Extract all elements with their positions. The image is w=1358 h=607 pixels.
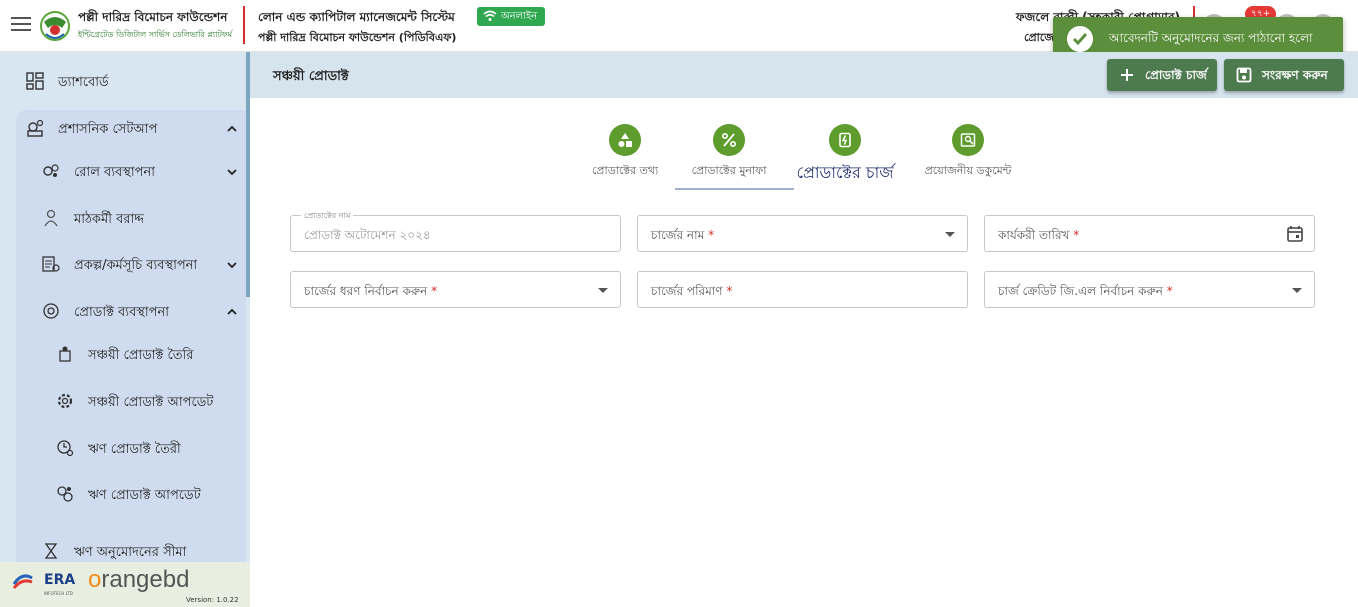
product-name-value: প্রোডাক্ট অটোমেশন ২০২৪ <box>304 228 431 242</box>
plus-icon <box>1121 69 1133 81</box>
chevron-down-icon[interactable] <box>227 167 237 177</box>
shapes-icon <box>609 124 641 156</box>
org-tagline: ইন্টিগ্রেটেড ডিজিটাল সার্ভিস ডেলিভারি প্… <box>78 30 233 39</box>
charge-name-select[interactable]: চার্জের নাম * <box>637 215 968 252</box>
charge-icon <box>829 124 861 156</box>
loan-icon <box>57 440 74 457</box>
roles-icon <box>43 164 59 177</box>
page-header: সঞ্চয়ী প্রোডাক্ট প্রোডাক্ট চার্জ সংরক্ষ… <box>250 52 1358 98</box>
system-name: লোন এন্ড ক্যাপিটাল ম্যানেজমেন্ট সিস্টেম <box>258 10 455 24</box>
sidebar-label: প্রশাসনিক সেটআপ <box>58 122 158 137</box>
product-name-field[interactable]: প্রোডাক্টের নাম প্রোডাক্ট অটোমেশন ২০২৪ <box>290 210 621 252</box>
orangebd-logo: orangebd <box>88 566 189 594</box>
charge-gl-select[interactable]: চার্জ ক্রেডিট জি.এল নির্বাচন করুন * <box>984 271 1315 308</box>
system-subtitle: পল্লী দারিদ্র বিমোচন ফাউন্ডেশন (পিডিবিএফ… <box>258 31 457 44</box>
step-required-documents[interactable]: প্রয়োজনীয় ডকুমেন্ট <box>903 124 1033 181</box>
orangebd-logo-rest: rangebd <box>101 566 190 593</box>
sidebar-label: সঞ্চয়ী প্রোডাক্ট তৈরি <box>88 348 194 363</box>
toast-message: আবেদনটি অনুমোদনের জন্য পাঠানো হলো <box>1109 31 1313 45</box>
step-label: প্রোডাক্টের মুনাফা <box>691 164 767 177</box>
dropdown-arrow-icon <box>1292 288 1302 293</box>
page-title: সঞ্চয়ী প্রোডাক্ট <box>273 69 349 84</box>
chevron-up-icon[interactable] <box>227 124 237 134</box>
charge-type-select[interactable]: চার্জের ধরণ নির্বাচন করুন * <box>290 271 621 308</box>
charge-type-placeholder: চার্জের ধরণ নির্বাচন করুন * <box>304 284 438 298</box>
charge-amount-placeholder: চার্জের পরিমাণ * <box>651 284 733 298</box>
hourglass-icon <box>44 543 58 559</box>
step-product-charge[interactable]: প্রোডাক্টের চার্জ <box>780 124 910 187</box>
save-button[interactable]: সংরক্ষণ করুন <box>1224 59 1344 91</box>
charge-name-placeholder: চার্জের নাম * <box>651 228 715 242</box>
step-product-profit[interactable]: প্রোডাক্টের মুনাফা <box>664 124 794 181</box>
era-logo-icon <box>12 574 33 589</box>
sidebar-label: রোল ব্যবস্থাপনা <box>74 165 155 180</box>
person-icon <box>44 209 58 227</box>
header-divider <box>243 6 245 44</box>
product-charge-button[interactable]: প্রোডাক্ট চার্জ <box>1107 59 1217 91</box>
charge-gl-placeholder: চার্জ ক্রেডিট জি.এল নির্বাচন করুন * <box>998 284 1173 298</box>
sidebar-label: ঋণ অনুমোদনের সীমা <box>74 545 187 560</box>
org-logo <box>40 11 70 41</box>
sidebar-label: সঞ্চয়ী প্রোডাক্ট আপডেট <box>88 395 214 410</box>
org-name: পল্লী দারিদ্র বিমোচন ফাউন্ডেশন <box>78 10 228 24</box>
product-icon <box>43 303 59 319</box>
orangebd-logo-o: o <box>88 566 102 593</box>
effective-date-placeholder: কার্যকরী তারিখ * <box>998 228 1080 242</box>
check-icon <box>1067 26 1093 52</box>
dropdown-arrow-icon <box>945 232 955 237</box>
calendar-icon[interactable] <box>1286 225 1304 243</box>
wifi-icon <box>483 10 497 21</box>
footer-logos: ERA INFOTECH LTD orangebd Version: 1.0.2… <box>0 562 250 607</box>
step-active-indicator <box>675 188 794 190</box>
document-icon <box>952 124 984 156</box>
product-charge-label: প্রোডাক্ট চার্জ <box>1145 68 1207 82</box>
gear-icon <box>57 393 73 409</box>
percent-icon <box>713 124 745 156</box>
sidebar: ড্যাশবোর্ড প্রশাসনিক সেটআপ রোল ব্যবস্থাপ… <box>0 52 250 607</box>
online-label: অনলাইন <box>501 11 538 22</box>
sidebar-label: ড্যাশবোর্ড <box>58 75 109 90</box>
admin-setup-icon <box>27 119 44 137</box>
save-label: সংরক্ষণ করুন <box>1262 68 1328 82</box>
era-logo-text: ERA <box>44 572 76 588</box>
project-icon <box>42 256 60 272</box>
sidebar-label: মাঠকর্মী বরাদ্দ <box>74 212 144 227</box>
charge-amount-field[interactable]: চার্জের পরিমাণ * <box>637 271 968 308</box>
savings-icon <box>59 346 71 362</box>
sidebar-label: প্রকল্প/কর্মসূচি ব্যবস্থাপনা <box>74 258 198 273</box>
era-logo-subtitle: INFOTECH LTD <box>44 591 73 596</box>
product-name-label: প্রোডাক্টের নাম <box>301 210 354 223</box>
version-label: Version: 1.0.22 <box>186 596 239 604</box>
step-label: প্রোডাক্টের চার্জ <box>796 163 894 182</box>
chevron-up-icon[interactable] <box>227 307 237 317</box>
menu-icon[interactable] <box>11 17 31 33</box>
sidebar-label: ঋণ প্রোডাক্ট তৈরী <box>88 442 181 457</box>
effective-date-field[interactable]: কার্যকরী তারিখ * <box>984 215 1315 252</box>
dashboard-icon <box>26 72 44 90</box>
online-status-badge: অনলাইন <box>477 7 546 26</box>
step-label: প্রয়োজনীয় ডকুমেন্ট <box>924 164 1012 177</box>
save-icon <box>1236 67 1252 83</box>
chevron-down-icon[interactable] <box>227 260 237 270</box>
dropdown-arrow-icon <box>598 288 608 293</box>
loan-update-icon <box>57 486 73 502</box>
sidebar-label: ঋণ প্রোডাক্ট আপডেট <box>88 488 201 503</box>
sidebar-label: প্রোডাক্ট ব্যবস্থাপনা <box>74 305 170 320</box>
